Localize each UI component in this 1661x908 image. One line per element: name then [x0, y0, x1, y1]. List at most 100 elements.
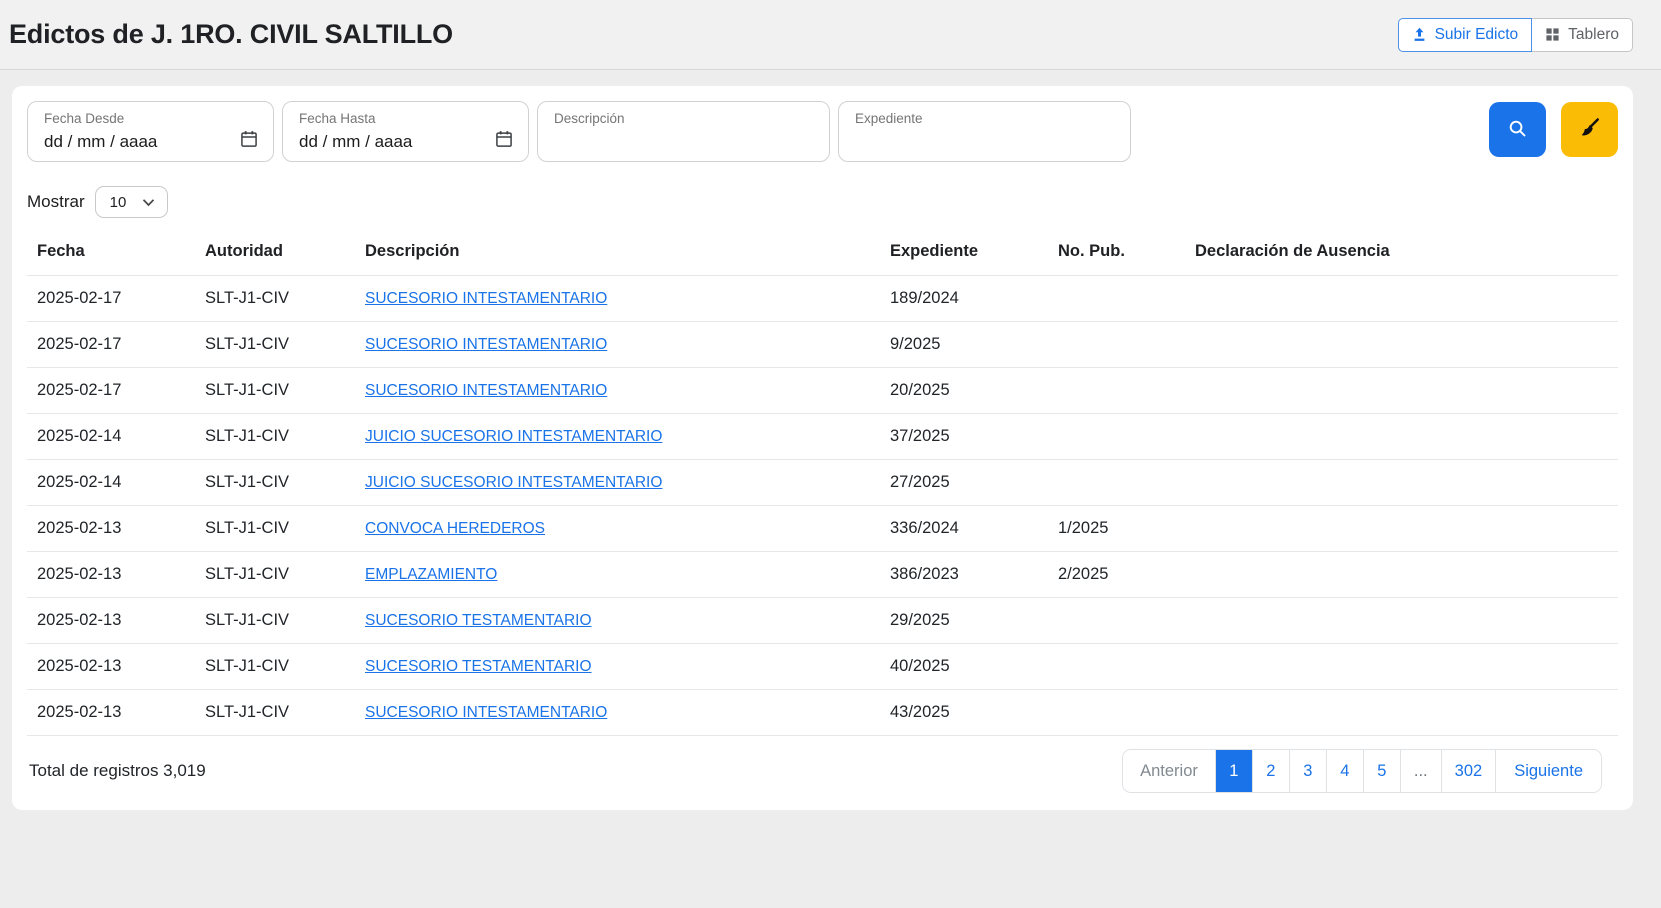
page-title: Edictos de J. 1RO. CIVIL SALTILLO	[9, 19, 453, 50]
cell-descripcion[interactable]: EMPLAZAMIENTO	[365, 552, 890, 598]
tablero-button[interactable]: Tablero	[1532, 18, 1633, 52]
chevron-down-icon	[142, 194, 155, 211]
page-size-row: Mostrar 10	[27, 186, 1618, 218]
cell-descripcion[interactable]: JUICIO SUCESORIO INTESTAMENTARIO	[365, 460, 890, 506]
cell-fecha: 2025-02-17	[27, 276, 205, 322]
descripcion-link[interactable]: CONVOCA HEREDEROS	[365, 520, 545, 537]
cell-fecha: 2025-02-17	[27, 322, 205, 368]
cell-expediente: 29/2025	[890, 598, 1058, 644]
cell-declaracion	[1195, 644, 1618, 690]
filter-bar: Fecha Desde dd / mm / aaaa Fecha Hasta d…	[27, 101, 1618, 162]
tablero-label: Tablero	[1568, 26, 1619, 44]
descripcion-link[interactable]: SUCESORIO INTESTAMENTARIO	[365, 382, 607, 399]
pagination-page-4[interactable]: 4	[1326, 750, 1363, 792]
table-row: 2025-02-13SLT-J1-CIVCONVOCA HEREDEROS336…	[27, 506, 1618, 552]
pagination-page-2[interactable]: 2	[1252, 750, 1289, 792]
cell-expediente: 43/2025	[890, 690, 1058, 736]
table-footer: Total de registros 3,019 Anterior12345..…	[27, 736, 1618, 798]
cell-no-pub: 1/2025	[1058, 506, 1195, 552]
cell-fecha: 2025-02-13	[27, 644, 205, 690]
search-button[interactable]	[1489, 102, 1546, 157]
grid-icon	[1545, 27, 1560, 42]
descripcion-link[interactable]: SUCESORIO INTESTAMENTARIO	[365, 336, 607, 353]
descripcion-link[interactable]: EMPLAZAMIENTO	[365, 566, 497, 583]
descripcion-link[interactable]: SUCESORIO INTESTAMENTARIO	[365, 290, 607, 307]
cell-no-pub	[1058, 276, 1195, 322]
column-header-2: Descripción	[365, 230, 890, 276]
descripcion-link[interactable]: JUICIO SUCESORIO INTESTAMENTARIO	[365, 428, 662, 445]
pagination-page-3[interactable]: 3	[1289, 750, 1326, 792]
fecha-desde-label: Fecha Desde	[44, 111, 259, 126]
total-records-label: Total de registros 3,019	[29, 761, 206, 781]
fecha-desde-input[interactable]: Fecha Desde dd / mm / aaaa	[27, 101, 274, 162]
calendar-icon[interactable]	[494, 129, 514, 154]
expediente-input[interactable]: Expediente	[838, 101, 1131, 162]
column-header-0: Fecha	[27, 230, 205, 276]
cell-descripcion[interactable]: SUCESORIO INTESTAMENTARIO	[365, 690, 890, 736]
cell-declaracion	[1195, 598, 1618, 644]
cell-autoridad: SLT-J1-CIV	[205, 414, 365, 460]
fecha-hasta-value: dd / mm / aaaa	[299, 132, 412, 152]
cell-autoridad: SLT-J1-CIV	[205, 276, 365, 322]
calendar-icon[interactable]	[239, 129, 259, 154]
descripcion-input[interactable]: Descripción	[537, 101, 830, 162]
cell-no-pub	[1058, 644, 1195, 690]
cell-expediente: 336/2024	[890, 506, 1058, 552]
cell-fecha: 2025-02-13	[27, 598, 205, 644]
cell-descripcion[interactable]: SUCESORIO TESTAMENTARIO	[365, 598, 890, 644]
pagination-page-1[interactable]: 1	[1215, 750, 1252, 792]
cell-expediente: 27/2025	[890, 460, 1058, 506]
pagination-page-302[interactable]: 302	[1441, 750, 1496, 792]
descripcion-link[interactable]: SUCESORIO TESTAMENTARIO	[365, 612, 592, 629]
table-header-row: FechaAutoridadDescripciónExpedienteNo. P…	[27, 230, 1618, 276]
descripcion-link[interactable]: JUICIO SUCESORIO INTESTAMENTARIO	[365, 474, 662, 491]
table-body: 2025-02-17SLT-J1-CIVSUCESORIO INTESTAMEN…	[27, 276, 1618, 736]
cell-descripcion[interactable]: SUCESORIO INTESTAMENTARIO	[365, 368, 890, 414]
table-row: 2025-02-13SLT-J1-CIVSUCESORIO TESTAMENTA…	[27, 644, 1618, 690]
cell-descripcion[interactable]: CONVOCA HEREDEROS	[365, 506, 890, 552]
table-row: 2025-02-14SLT-J1-CIVJUICIO SUCESORIO INT…	[27, 460, 1618, 506]
table-row: 2025-02-17SLT-J1-CIVSUCESORIO INTESTAMEN…	[27, 322, 1618, 368]
edictos-card: Fecha Desde dd / mm / aaaa Fecha Hasta d…	[12, 86, 1633, 810]
cell-autoridad: SLT-J1-CIV	[205, 552, 365, 598]
cell-declaracion	[1195, 690, 1618, 736]
cell-expediente: 40/2025	[890, 644, 1058, 690]
fecha-hasta-input[interactable]: Fecha Hasta dd / mm / aaaa	[282, 101, 529, 162]
edictos-table: FechaAutoridadDescripciónExpedienteNo. P…	[27, 230, 1618, 736]
cell-expediente: 386/2023	[890, 552, 1058, 598]
table-row: 2025-02-17SLT-J1-CIVSUCESORIO INTESTAMEN…	[27, 276, 1618, 322]
cell-autoridad: SLT-J1-CIV	[205, 506, 365, 552]
pagination-page-5[interactable]: 5	[1363, 750, 1400, 792]
descripcion-link[interactable]: SUCESORIO TESTAMENTARIO	[365, 658, 592, 675]
cell-no-pub	[1058, 368, 1195, 414]
cell-no-pub	[1058, 690, 1195, 736]
subir-edicto-button[interactable]: Subir Edicto	[1398, 18, 1533, 52]
pagination-ellipsis: ...	[1400, 750, 1441, 792]
cell-autoridad: SLT-J1-CIV	[205, 644, 365, 690]
table-row: 2025-02-13SLT-J1-CIVEMPLAZAMIENTO 386/202…	[27, 552, 1618, 598]
broom-icon	[1578, 117, 1601, 143]
table-row: 2025-02-14SLT-J1-CIVJUICIO SUCESORIO INT…	[27, 414, 1618, 460]
cell-fecha: 2025-02-13	[27, 552, 205, 598]
cell-declaracion	[1195, 368, 1618, 414]
cell-descripcion[interactable]: SUCESORIO TESTAMENTARIO	[365, 644, 890, 690]
cell-no-pub: 2/2025	[1058, 552, 1195, 598]
cell-descripcion[interactable]: SUCESORIO INTESTAMENTARIO	[365, 322, 890, 368]
cell-fecha: 2025-02-14	[27, 460, 205, 506]
topbar: Edictos de J. 1RO. CIVIL SALTILLO Subir …	[0, 0, 1661, 70]
cell-autoridad: SLT-J1-CIV	[205, 690, 365, 736]
table-row: 2025-02-13SLT-J1-CIVSUCESORIO INTESTAMEN…	[27, 690, 1618, 736]
page-size-label: Mostrar	[27, 192, 85, 212]
page-size-select[interactable]: 10	[95, 186, 168, 218]
cell-descripcion[interactable]: SUCESORIO INTESTAMENTARIO	[365, 276, 890, 322]
cell-descripcion[interactable]: JUICIO SUCESORIO INTESTAMENTARIO	[365, 414, 890, 460]
clear-filters-button[interactable]	[1561, 102, 1618, 157]
cell-autoridad: SLT-J1-CIV	[205, 460, 365, 506]
cell-no-pub	[1058, 460, 1195, 506]
descripcion-link[interactable]: SUCESORIO INTESTAMENTARIO	[365, 704, 607, 721]
pagination-prev[interactable]: Anterior	[1123, 750, 1215, 792]
pagination-next[interactable]: Siguiente	[1495, 750, 1601, 792]
descripcion-placeholder: Descripción	[554, 111, 815, 126]
cell-declaracion	[1195, 414, 1618, 460]
table-row: 2025-02-13SLT-J1-CIVSUCESORIO TESTAMENTA…	[27, 598, 1618, 644]
